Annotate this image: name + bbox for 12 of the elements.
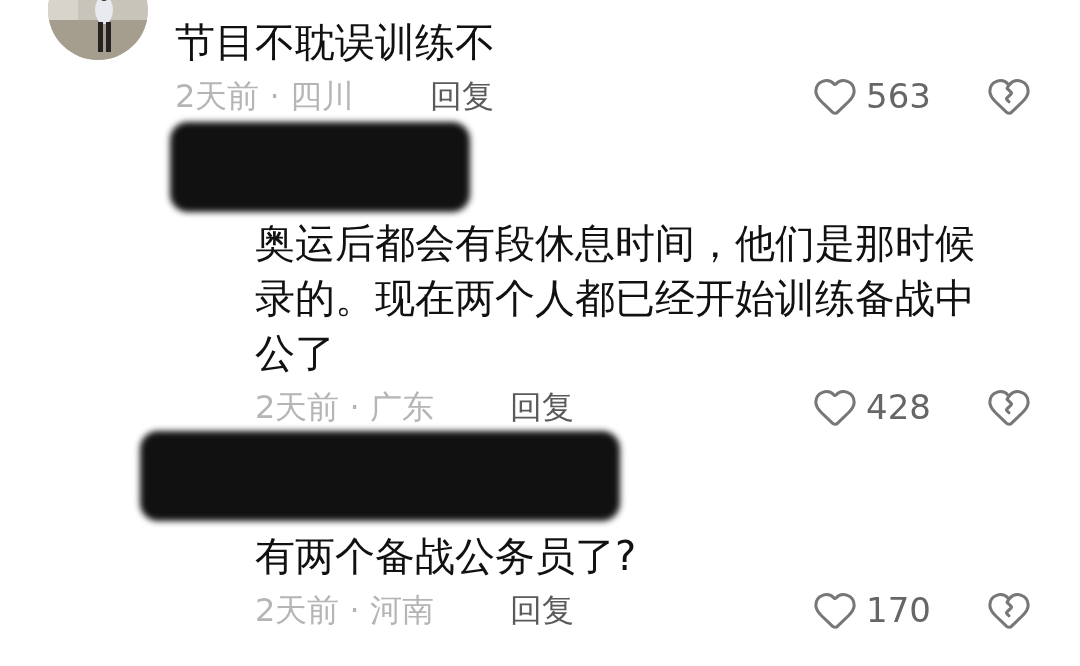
comment-text: 节目不耽误训练不 (175, 18, 495, 67)
reply-button[interactable]: 回复 (510, 383, 574, 431)
like-count: 170 (866, 588, 932, 632)
reply-button[interactable]: 回复 (510, 586, 574, 634)
comment-meta: 2天前 · 四川 (175, 76, 355, 117)
reply-button[interactable]: 回复 (430, 72, 494, 120)
comment-meta: 2天前 · 河南 (255, 590, 435, 631)
like-count: 428 (866, 385, 932, 429)
comment-meta: 2天前 · 广东 (255, 387, 435, 428)
like-count: 563 (866, 74, 932, 118)
reply-text: 有两个备战公务员了? (255, 532, 638, 581)
reply-text: 奥运后都会有段休息时间，他们是那时候录的。现在两个人都已经开始训练备战中公了 (255, 219, 976, 378)
